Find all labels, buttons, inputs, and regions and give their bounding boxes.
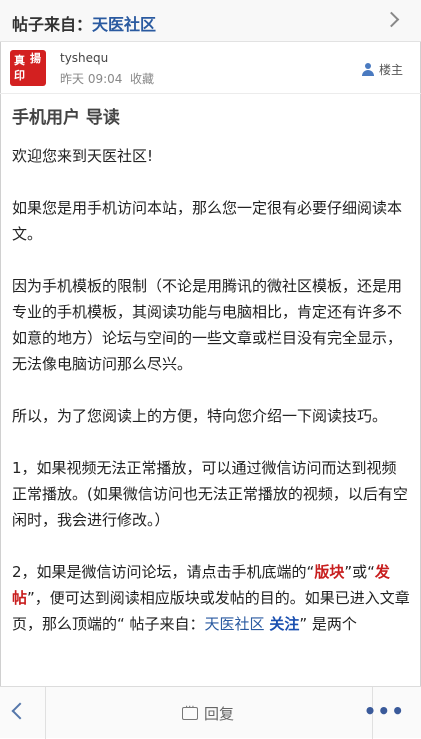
source-forum-title: 帖子来自：天医社区 (12, 11, 156, 35)
user-icon (361, 63, 374, 76)
post-time: 昨天 09:04 (60, 72, 123, 86)
text-run: 或 (352, 563, 368, 581)
avatar-char-3: 印 (14, 69, 25, 82)
bankuai-highlight: 版块 (314, 563, 345, 581)
quote-mark: ” (344, 563, 353, 581)
back-arrow-icon[interactable] (11, 702, 29, 720)
op-badge: 楼主 (361, 61, 403, 78)
bottom-toolbar: 回复 ••• (0, 686, 421, 739)
source-prefix: 帖子来自： (12, 15, 93, 34)
paragraph: 因为手机模板的限制（不论是用腾讯的微社区模板，还是用专业的手机模板，其阅读功能与… (12, 277, 403, 373)
forum-name-inline: 天医社区 (204, 615, 265, 633)
quote-mark: “ (367, 563, 375, 581)
post-title: 手机用户 导读 (12, 108, 120, 128)
quote-mark: ” (27, 589, 35, 607)
more-menu-button[interactable]: ••• (364, 699, 405, 723)
text-run: ” 是两个 (299, 615, 357, 633)
text-run: 2，如果是微信访问论坛，请点击手机底端的 (12, 563, 307, 581)
reply-label: 回复 (204, 705, 235, 723)
comment-icon (182, 702, 198, 720)
author-username[interactable]: tyshequ (60, 51, 108, 65)
avatar[interactable]: 真 揚 印 (10, 50, 46, 86)
paragraph: 1，如果视频无法正常播放，可以通过微信访问而达到视频正常播放。(如果微信访问也无… (12, 459, 408, 529)
follow-highlight: 关注 (269, 615, 300, 633)
forum-name-link[interactable]: 天医社区 (92, 15, 156, 34)
post-content: 欢迎您来到天医社区! 如果您是用手机访问本站，那么您一定很有必要仔细阅读本文。 … (12, 143, 410, 663)
avatar-char-2: 揚 (30, 52, 41, 65)
source-forum-bar[interactable]: 帖子来自：天医社区 (0, 0, 421, 42)
divider (45, 687, 46, 739)
author-row: 真 揚 印 tyshequ 昨天 09:04 收藏 楼主 (0, 42, 421, 94)
paragraph: 欢迎您来到天医社区! (12, 147, 154, 165)
paragraph: 2，如果是微信访问论坛，请点击手机底端的“版块”或“发帖”，便可达到阅读相应版块… (12, 559, 410, 637)
paragraph: 如果您是用手机访问本站，那么您一定很有必要仔细阅读本文。 (12, 199, 403, 243)
favorite-button[interactable]: 收藏 (130, 70, 154, 87)
reply-button[interactable]: 回复 (182, 702, 235, 724)
paragraph: 所以，为了您阅读上的方便，特向您介绍一下阅读技巧。 (12, 407, 388, 425)
op-label: 楼主 (378, 63, 403, 77)
chevron-right-icon[interactable] (383, 11, 400, 28)
avatar-char-1: 真 (14, 54, 25, 67)
